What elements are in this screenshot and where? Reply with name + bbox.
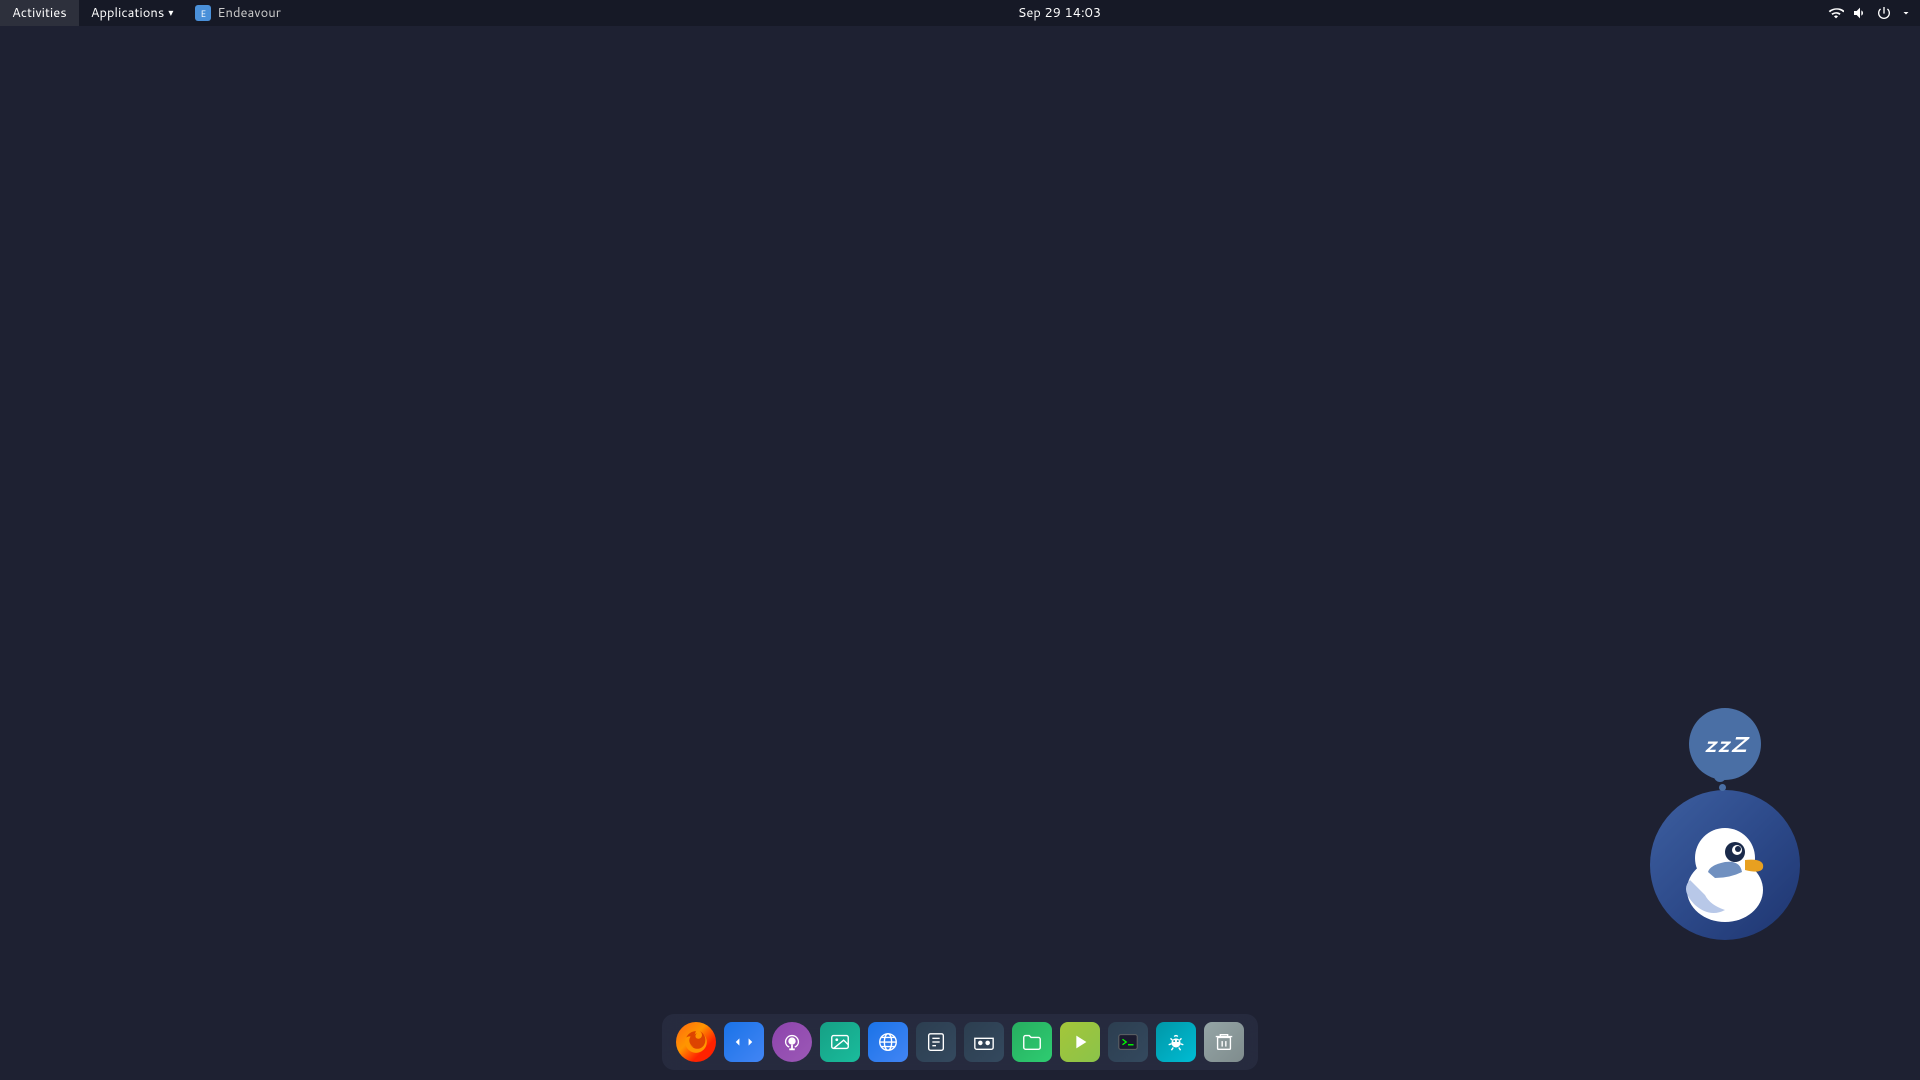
datetime-display: Sep 29 14:03 (1018, 4, 1101, 22)
dock-item-text-editor[interactable] (914, 1020, 958, 1064)
dock-item-vr[interactable] (962, 1020, 1006, 1064)
activities-label: Activities (12, 4, 67, 22)
wifi-icon[interactable] (1828, 5, 1844, 21)
dock-item-google-play[interactable] (1058, 1020, 1102, 1064)
activities-button[interactable]: Activities (0, 0, 79, 26)
trash-icon (1204, 1022, 1244, 1062)
volume-icon[interactable] (1852, 5, 1868, 21)
bubble-dot-small (1719, 784, 1726, 791)
dock-item-files[interactable] (1010, 1020, 1054, 1064)
dock-item-terminal[interactable] (1106, 1020, 1150, 1064)
topbar: Activities Applications ▾ E Endeavour Se… (0, 0, 1920, 26)
power-icon[interactable] (1876, 5, 1892, 21)
text-editor-icon (916, 1022, 956, 1062)
vr-icon (964, 1022, 1004, 1062)
dock-item-podcast[interactable] (770, 1020, 814, 1064)
dock-item-browser[interactable] (866, 1020, 910, 1064)
ddg-circle (1650, 790, 1800, 940)
zzz-text: zzZ (1704, 729, 1747, 760)
bugs-icon (1156, 1022, 1196, 1062)
desktop: zzZ (0, 26, 1920, 1080)
remote-desktop-icon (724, 1022, 764, 1062)
active-app-icon: E (195, 5, 211, 21)
photos-icon (820, 1022, 860, 1062)
dock-item-trash[interactable] (1202, 1020, 1246, 1064)
dock-item-remote-desktop[interactable] (722, 1020, 766, 1064)
ddg-mascot[interactable]: zzZ (1650, 708, 1800, 940)
active-app-indicator: E Endeavour (185, 4, 290, 22)
browser-icon (868, 1022, 908, 1062)
firefox-icon (676, 1022, 716, 1062)
dock-item-firefox[interactable] (674, 1020, 718, 1064)
active-app-name: Endeavour (217, 4, 280, 22)
applications-label: Applications (91, 4, 165, 22)
dock-item-bugs[interactable] (1154, 1020, 1198, 1064)
dock (662, 1014, 1258, 1070)
dock-item-photos[interactable] (818, 1020, 862, 1064)
chevron-down-icon[interactable] (1900, 7, 1912, 19)
google-play-icon (1060, 1022, 1100, 1062)
duck-svg (1660, 800, 1790, 930)
applications-menu[interactable]: Applications ▾ (79, 0, 186, 26)
podcast-icon (772, 1022, 812, 1062)
zzz-bubble: zzZ (1689, 708, 1761, 780)
files-icon (1012, 1022, 1052, 1062)
applications-arrow-icon: ▾ (168, 6, 173, 20)
terminal-icon (1108, 1022, 1148, 1062)
